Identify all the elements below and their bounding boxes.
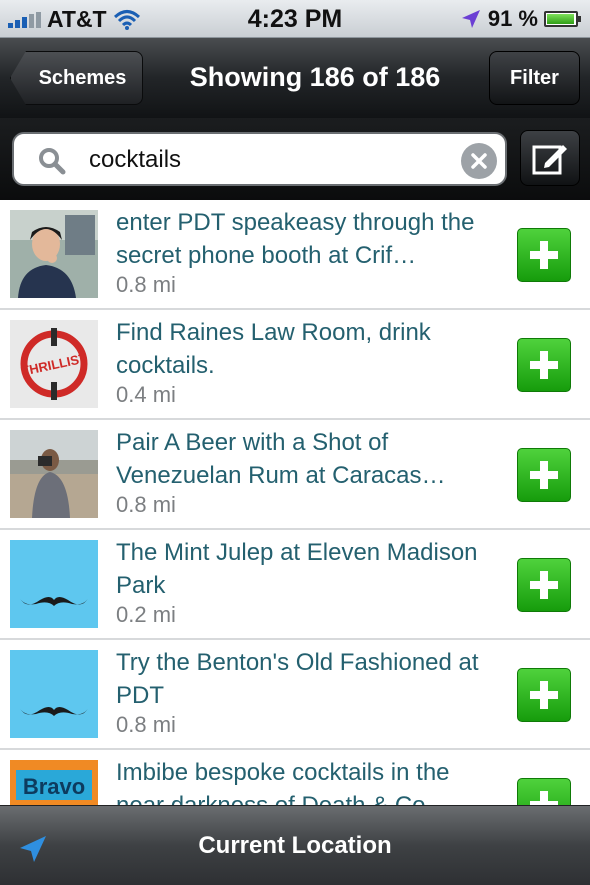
add-button[interactable]: [517, 778, 571, 805]
compose-button[interactable]: [520, 130, 580, 186]
thumbnail-beach-photo: [10, 430, 98, 518]
search-input[interactable]: [89, 142, 449, 178]
search-field[interactable]: [12, 132, 507, 186]
search-icon: [39, 148, 66, 175]
thumbnail-mustache: [10, 540, 98, 628]
thumbnail-thrillist-logo: THRILLIST: [10, 320, 98, 408]
current-location-label[interactable]: Current Location: [0, 832, 590, 860]
plus-icon: [530, 571, 558, 599]
nav-bar: Schemes Showing 186 of 186 Filter: [0, 38, 590, 118]
status-right: 91 %: [460, 6, 581, 32]
list-item[interactable]: Try the Benton's Old Fashioned at PDT 0.…: [0, 640, 590, 750]
item-distance: 0.2 mi: [116, 602, 176, 627]
add-button[interactable]: [517, 448, 571, 502]
item-title[interactable]: Try the Benton's Old Fashioned at PDT: [116, 646, 496, 712]
page-title: Showing 186 of 186: [189, 62, 441, 92]
status-bar: AT&T 4:23 PM 91 %: [0, 0, 590, 38]
item-title[interactable]: The Mint Julep at Eleven Madison Park: [116, 536, 496, 602]
search-bar: [0, 118, 590, 200]
battery-percent: 91 %: [487, 6, 538, 31]
add-button[interactable]: [517, 228, 571, 282]
item-title[interactable]: Pair A Beer with a Shot of Venezuelan Ru…: [116, 426, 496, 492]
thumbnail-bravo-logo: Bravo: [10, 760, 98, 805]
item-title[interactable]: Imbibe bespoke cocktails in the near dar…: [116, 756, 496, 805]
list-item[interactable]: The Mint Julep at Eleven Madison Park 0.…: [0, 530, 590, 640]
battery-icon: [544, 11, 581, 27]
add-button[interactable]: [517, 668, 571, 722]
compose-icon: [532, 145, 567, 175]
filter-button[interactable]: Filter: [489, 51, 580, 105]
plus-icon: [530, 681, 558, 709]
clear-icon: [471, 153, 487, 169]
item-distance: 0.8 mi: [116, 272, 176, 297]
add-button[interactable]: [517, 338, 571, 392]
bravo-logo-text: Bravo: [23, 774, 85, 799]
list-item[interactable]: enter PDT speakeasy through the secret p…: [0, 200, 590, 310]
battery-fill: [547, 14, 575, 24]
plus-icon: [530, 791, 558, 805]
item-distance: 0.8 mi: [116, 492, 176, 517]
location-arrow-icon: [461, 10, 480, 28]
back-button[interactable]: Schemes: [10, 51, 143, 105]
plus-icon: [530, 241, 558, 269]
plus-icon: [530, 461, 558, 489]
thumbnail-mustache: [10, 650, 98, 738]
add-button[interactable]: [517, 558, 571, 612]
plus-icon: [530, 351, 558, 379]
list-item[interactable]: THRILLIST Find Raines Law Room, drink co…: [0, 310, 590, 420]
item-title[interactable]: enter PDT speakeasy through the secret p…: [116, 206, 496, 272]
bottom-toolbar[interactable]: Current Location: [0, 805, 590, 885]
list-item[interactable]: Pair A Beer with a Shot of Venezuelan Ru…: [0, 420, 590, 530]
item-distance: 0.4 mi: [116, 382, 176, 407]
item-distance: 0.8 mi: [116, 712, 176, 737]
list-item[interactable]: Bravo Imbibe bespoke cocktails in the ne…: [0, 750, 590, 805]
item-title[interactable]: Find Raines Law Room, drink cocktails.: [116, 316, 496, 382]
thumbnail-person-photo: [10, 210, 98, 298]
results-list[interactable]: enter PDT speakeasy through the secret p…: [0, 200, 590, 805]
clear-search-button[interactable]: [461, 143, 497, 179]
